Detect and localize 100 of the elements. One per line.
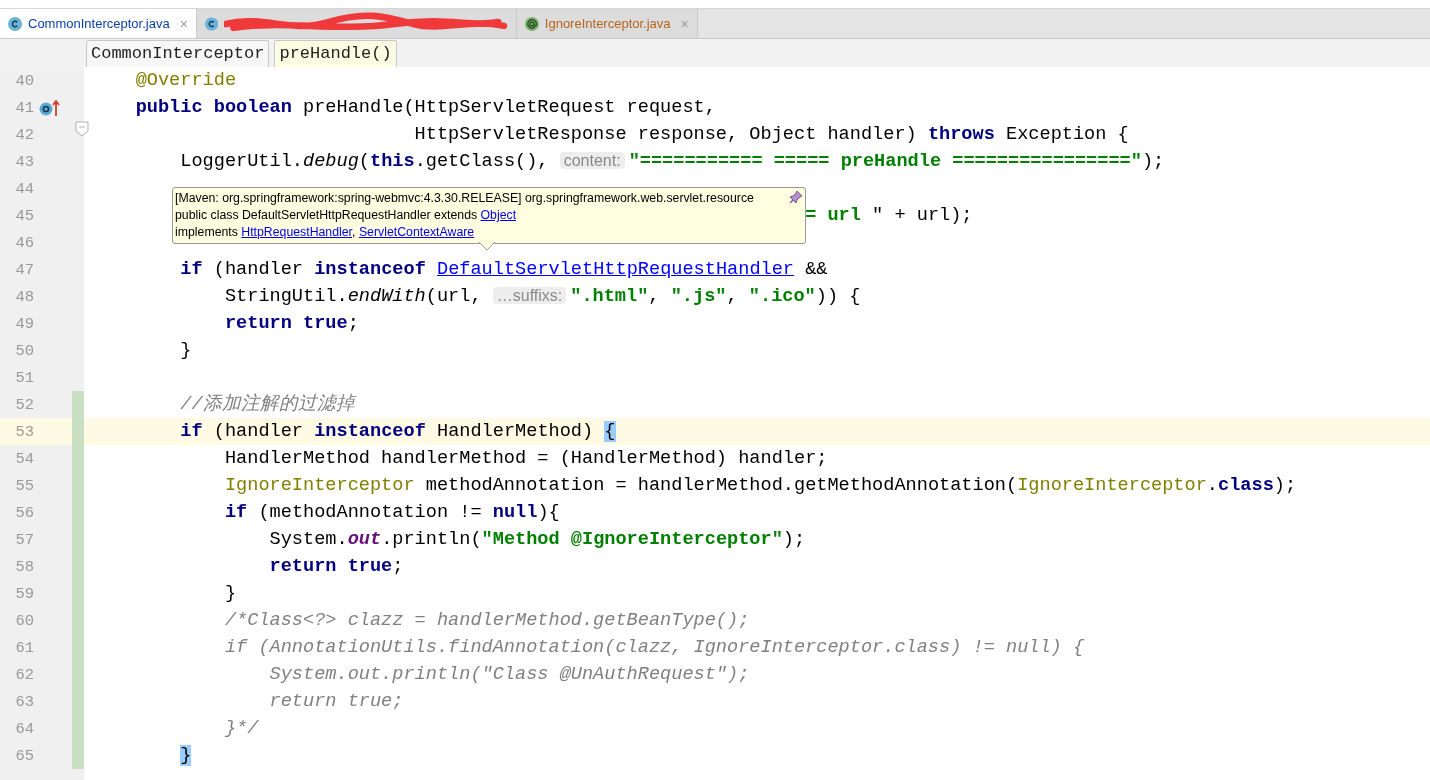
comment: //添加注解的过滤掉: [180, 394, 355, 415]
type-name: IgnoreInterceptor: [1017, 475, 1207, 496]
type-link[interactable]: DefaultServletHttpRequestHandler: [436, 259, 795, 280]
code-text: Exception {: [1006, 124, 1129, 145]
line-number: 42: [14, 125, 35, 144]
code-text: );: [782, 529, 806, 550]
type-name: IgnoreInterceptor: [224, 475, 415, 496]
line-number: 50: [14, 341, 35, 360]
line-number: 60: [14, 611, 35, 630]
parameter-hint: content:: [559, 152, 625, 169]
line-number: 47: [14, 260, 35, 279]
line-number: 49: [14, 314, 35, 333]
method-name: debug: [303, 151, 359, 172]
line-number: 62: [14, 665, 35, 684]
line-number: 53: [14, 422, 35, 441]
line-number: 51: [14, 368, 35, 387]
code-text: StringUtil.: [224, 286, 348, 307]
code-text: }: [180, 340, 192, 361]
keyword: if: [180, 421, 203, 442]
comment: if (AnnotationUtils.findAnnotation(clazz, IgnoreInterceptor.class) != null) {: [224, 637, 1085, 658]
code-text: ;: [347, 313, 359, 334]
keyword: this: [370, 151, 415, 172]
string-literal: "=========== ===== preHandle ================": [628, 151, 1142, 172]
code-text: (: [358, 151, 370, 172]
doc-link[interactable]: HttpRequestHandler: [241, 225, 353, 239]
breadcrumb-item[interactable]: CommonInterceptor: [86, 40, 270, 68]
comment: /*Class<?> clazz = handlerMethod.getBeanType();: [224, 610, 750, 631]
line-number: 41: [14, 98, 35, 117]
code-text: (methodAnnotation !=: [258, 502, 482, 523]
string-literal: ".html": [570, 286, 649, 307]
line-number: 59: [14, 584, 35, 603]
line-number: 58: [14, 557, 35, 576]
keyword: instanceof: [314, 259, 426, 280]
doc-text: implements HttpRequestHandler, ServletContextAware: [175, 224, 476, 241]
parameter-hint: …suffixs:: [492, 287, 567, 304]
line-number: 52: [14, 395, 35, 414]
fold-icon[interactable]: [75, 121, 89, 137]
doc-text: public class DefaultServletHttpRequestHandler extends Object: [175, 207, 518, 224]
line-number: 54: [14, 449, 35, 468]
code-text: .println(: [381, 529, 482, 550]
editor-tab[interactable]: CommonInterceptor.java ×: [0, 9, 197, 38]
annotation-icon: [524, 16, 539, 31]
line-number: 57: [14, 530, 35, 549]
class-icon: [204, 16, 219, 31]
string-literal: "Method @IgnoreInterceptor": [481, 529, 783, 550]
line-number: 40: [14, 71, 35, 90]
code-text: " + url);: [872, 205, 973, 226]
string-literal: = url: [805, 205, 861, 226]
keyword: public boolean: [135, 97, 292, 118]
matched-brace: {: [604, 421, 616, 442]
keyword: return true: [269, 556, 393, 577]
code-text: (handler: [213, 259, 304, 280]
static-field: out: [347, 529, 382, 550]
code-text: methodAnnotation = handlerMethod.getMethodAnnotation(: [425, 475, 1018, 496]
code-text: HandlerMethod handlerMethod = (HandlerMethod) handler;: [224, 448, 828, 469]
line-number: 44: [14, 179, 35, 198]
keyword: throws: [927, 124, 995, 145]
line-number: 55: [14, 476, 35, 495]
type-name: @Override: [135, 70, 237, 91]
override-icon[interactable]: [38, 97, 60, 118]
code-text: ,: [726, 286, 738, 307]
comment: System.out.println("Class @UnAuthRequest");: [269, 664, 750, 685]
code-text: HttpServletResponse response, Object handler): [414, 124, 917, 145]
keyword: class: [1218, 475, 1274, 496]
line-number: 63: [14, 692, 35, 711]
line-number: 45: [14, 206, 35, 225]
string-literal: ".ico": [748, 286, 816, 307]
code-text: ,: [648, 286, 660, 307]
line-number: 56: [14, 503, 35, 522]
editor-tab[interactable]: [196, 9, 517, 38]
line-number: 64: [14, 719, 35, 738]
keyword: if: [224, 502, 248, 523]
string-literal: ".js": [670, 286, 727, 307]
code-text: )) {: [815, 286, 861, 307]
code-text: .: [1206, 475, 1218, 496]
line-number: 46: [14, 233, 35, 252]
method-name: endWith: [347, 286, 426, 307]
code-text: );: [1273, 475, 1297, 496]
class-icon: [8, 16, 22, 31]
code-text: (url,: [425, 286, 482, 307]
breadcrumb-item[interactable]: preHandle(): [274, 40, 397, 68]
change-marker[interactable]: [72, 391, 84, 418]
code-text: );: [1141, 151, 1165, 172]
keyword: if: [180, 259, 203, 280]
doc-link[interactable]: ServletContextAware: [358, 225, 475, 239]
code-text: ;: [392, 556, 404, 577]
code-text: }: [224, 583, 237, 604]
code-text: System.: [269, 529, 348, 550]
line-number: 65: [14, 746, 35, 765]
change-marker[interactable]: [72, 742, 84, 769]
code-text: &&: [805, 259, 828, 280]
line-number: 43: [14, 152, 35, 171]
code-text: (handler: [213, 421, 304, 442]
doc-link[interactable]: Object: [480, 208, 517, 222]
code-text: preHandle(HttpServletRequest request,: [303, 97, 716, 118]
code-text: HandlerMethod): [436, 421, 594, 442]
keyword: instanceof: [314, 421, 426, 442]
line-number: 48: [14, 287, 35, 306]
keyword: return true: [224, 313, 348, 334]
pin-icon[interactable]: [789, 190, 803, 204]
